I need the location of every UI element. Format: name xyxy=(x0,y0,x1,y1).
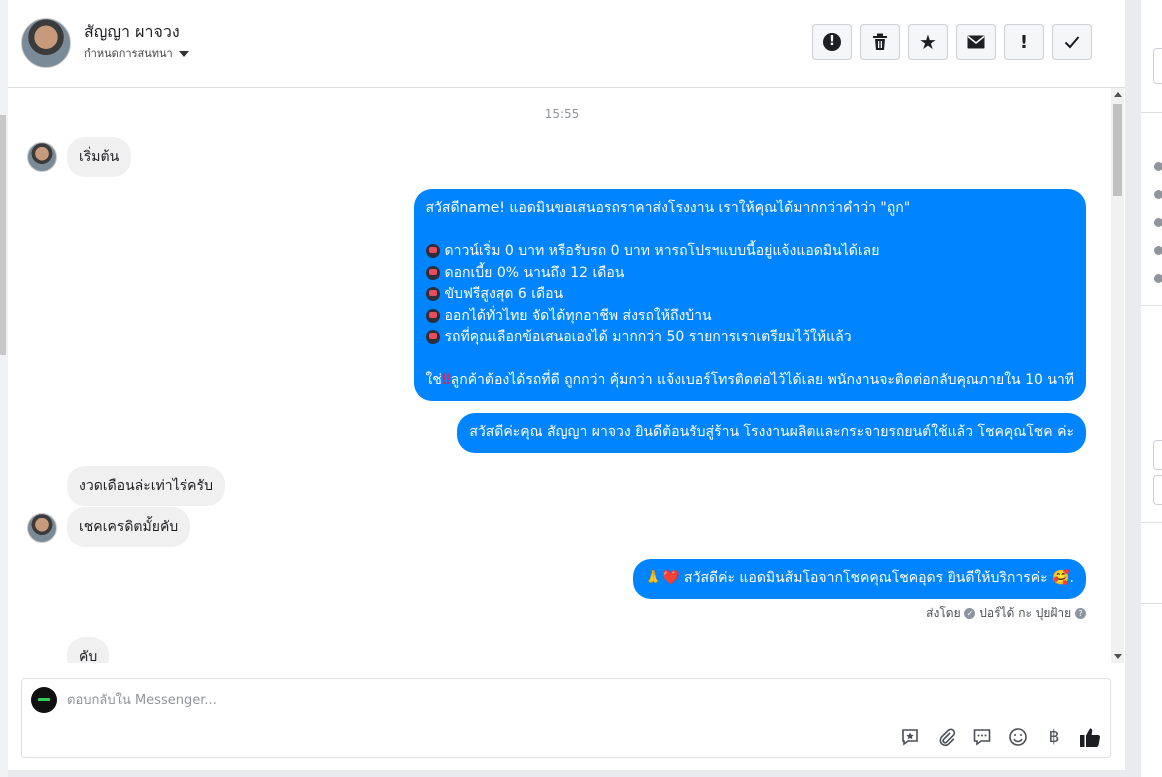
payment-button[interactable]: ฿ xyxy=(1042,725,1066,749)
location-icon xyxy=(1154,274,1162,283)
promo-outro: ใช่‼ลูกค้าต้องได้รถที่ดี ถูกกว่า คุ้มกว่… xyxy=(426,370,1074,392)
mark-spam-button[interactable]: ! xyxy=(812,24,852,60)
promo-item-text: ขับฟรีสูงสุด 6 เดือน xyxy=(444,286,564,302)
scroll-down-arrow-icon[interactable] xyxy=(1114,654,1122,659)
car-icon xyxy=(425,308,440,323)
page-logo xyxy=(31,687,57,713)
smiling-hearts-emoji: 🥰. xyxy=(1052,570,1074,586)
incoming-message: คับ xyxy=(67,637,110,663)
info-field[interactable] xyxy=(1153,440,1162,470)
left-scrollbar-thumb[interactable] xyxy=(0,115,6,355)
conversation-header: สัญญา ผาจวง กำหนดการสนทนา ! ★ ! xyxy=(8,0,1125,88)
message-timestamp: 15:55 xyxy=(544,107,580,121)
like-icon xyxy=(1080,728,1101,747)
right-info-panel xyxy=(1141,0,1162,777)
info-icon xyxy=(1154,190,1162,199)
sent-by-info: ส่งโดย ✓ ปอร์ได้ กะ ปุยฝ้าย ? xyxy=(926,604,1086,623)
incoming-message: เริ่มต้น xyxy=(67,137,132,177)
promo-item: ขับฟรีสูงสุด 6 เดือน xyxy=(425,284,1074,306)
attachment-icon xyxy=(939,728,956,747)
sent-by-name: ปอร์ได้ กะ ปุยฝ้าย xyxy=(979,606,1072,620)
attach-button[interactable] xyxy=(934,725,958,749)
mark-important-button[interactable]: ! xyxy=(1004,24,1044,60)
car-icon xyxy=(425,330,440,344)
clock-icon xyxy=(1154,162,1162,171)
sent-by-label: ส่งโดย xyxy=(926,606,961,620)
saved-reply-icon xyxy=(902,729,918,746)
message-thread: 15:55 เริ่มต้น สวัสดีname! แอดมินขอเสนอร… xyxy=(8,88,1116,663)
comment-button[interactable] xyxy=(970,725,994,749)
incoming-message: เชคเครดิตมั้ยคับ xyxy=(67,507,191,547)
promo-item: รถที่คุณเลือกข้อเสนอเองได้ มากกว่า 50 รา… xyxy=(425,327,1074,349)
car-icon xyxy=(425,244,440,258)
star-button[interactable]: ★ xyxy=(908,24,948,60)
promo-item-text: ดาวน์เริ่ม 0 บาท หรือรับรถ 0 บาท หารถโปร… xyxy=(444,243,880,259)
info-field[interactable] xyxy=(1153,48,1162,84)
like-button[interactable] xyxy=(1078,725,1102,749)
conversation-settings-label: กำหนดการสนทนา xyxy=(84,47,173,60)
delete-button[interactable] xyxy=(860,24,900,60)
scroll-up-arrow-icon[interactable] xyxy=(1114,92,1122,97)
outgoing-message-welcome: สวัสดีค่ะคุณ สัญญา ผาจวง ยินดีต้อนรับสู่… xyxy=(457,413,1086,453)
conversation-settings-dropdown[interactable]: กำหนดการสนทนา xyxy=(84,44,189,62)
contact-avatar-small[interactable] xyxy=(27,142,57,172)
scrollbar-thumb[interactable] xyxy=(1113,104,1122,196)
promo-item-text: ดอกเบี้ย 0% นานถึง 12 เดือน xyxy=(444,264,625,281)
promo-item-text: รถที่คุณเลือกข้อเสนอเองได้ มากกว่า 50 รา… xyxy=(444,329,852,345)
divider xyxy=(1141,112,1162,113)
star-icon: ★ xyxy=(919,30,937,54)
double-exclamation-icon: ‼ xyxy=(441,372,451,388)
alert-circle-icon: ! xyxy=(823,33,841,51)
outgoing-message-admin: 🙏❤️ สวัสดีค่ะ แอดมินส้มโอจากโชคคุณโชคอุด… xyxy=(632,559,1086,599)
exclamation-icon: ! xyxy=(1019,31,1029,53)
reply-input[interactable] xyxy=(67,689,667,711)
help-icon[interactable]: ? xyxy=(1075,608,1086,619)
car-icon xyxy=(425,265,440,280)
contact-avatar[interactable] xyxy=(21,18,71,68)
car-icon xyxy=(425,287,440,301)
divider xyxy=(1141,305,1162,306)
promo-outro-prefix: ใช่ xyxy=(425,372,442,388)
outgoing-message-promo: สวัสดีname! แอดมินขอเสนอรถราคาส่งโรงงาน … xyxy=(413,189,1086,401)
promo-outro-text: ลูกค้าต้องได้รถที่ดี ถูกกว่า คุ้มกว่า แจ… xyxy=(450,372,1074,388)
caret-down-icon xyxy=(178,51,189,57)
checkmark-icon xyxy=(1064,36,1080,49)
comment-icon xyxy=(973,729,991,746)
thread-scrollbar[interactable] xyxy=(1111,88,1124,663)
promo-item: ดอกเบี้ย 0% นานถึง 12 เดือน xyxy=(425,263,1074,285)
reply-composer: ฿ xyxy=(21,678,1111,758)
mark-unread-button[interactable] xyxy=(956,24,996,60)
emoji-icon xyxy=(1009,728,1027,746)
verified-icon: ✓ xyxy=(964,608,976,619)
contact-avatar-small[interactable] xyxy=(27,513,57,543)
admin-message-text: สวัสดีค่ะ แอดมินส้มโอจากโชคคุณโชคอุดร ยิ… xyxy=(684,570,1048,586)
incoming-message: งวดเดือนล่ะเท่าไร่ครับ xyxy=(67,466,225,506)
divider xyxy=(1141,522,1162,523)
promo-item: ออกได้ทั่วไทย จัดได้ทุกอาชีพ ส่งรถให้ถึง… xyxy=(425,306,1074,328)
baht-icon: ฿ xyxy=(1048,727,1060,747)
saved-reply-button[interactable] xyxy=(898,725,922,749)
prayer-heart-emoji: 🙏❤️ xyxy=(644,570,680,586)
info-icon xyxy=(1154,218,1162,227)
promo-item-text: ออกได้ทั่วไทย จัดได้ทุกอาชีพ ส่งรถให้ถึง… xyxy=(444,307,712,324)
trash-icon xyxy=(873,33,887,50)
info-field[interactable] xyxy=(1153,475,1162,505)
promo-intro: สวัสดีname! แอดมินขอเสนอรถราคาส่งโรงงาน … xyxy=(425,200,911,216)
emoji-button[interactable] xyxy=(1006,725,1030,749)
location-icon xyxy=(1154,246,1162,255)
mark-done-button[interactable] xyxy=(1052,24,1092,60)
divider xyxy=(1141,603,1162,604)
envelope-icon xyxy=(967,35,985,49)
conversation-panel: สัญญา ผาจวง กำหนดการสนทนา ! ★ ! 15:55 เร… xyxy=(8,0,1125,770)
promo-item: ดาวน์เริ่ม 0 บาท หรือรับรถ 0 บาท หารถโปร… xyxy=(425,241,1074,263)
contact-name[interactable]: สัญญา ผาจวง xyxy=(84,20,180,45)
